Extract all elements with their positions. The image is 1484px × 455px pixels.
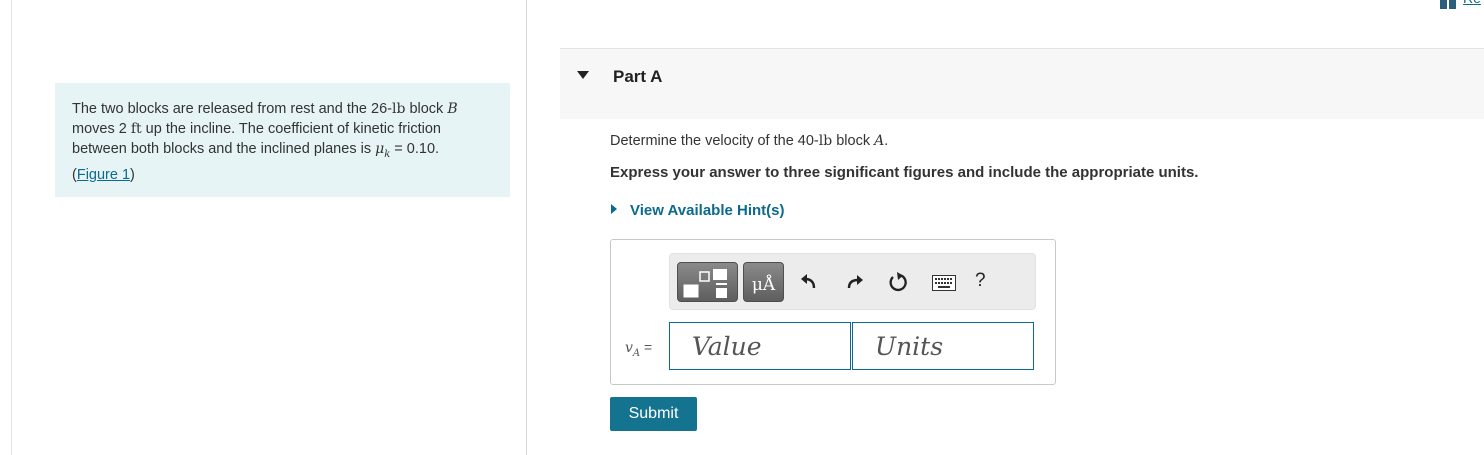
reset-icon[interactable] [887,271,909,293]
answer-instructions: Express your answer to three significant… [610,164,1199,181]
units-input[interactable] [852,322,1034,370]
problem-text-1: The two blocks are released from rest an… [72,101,392,117]
problem-text-5: = 0.10. [390,141,440,157]
mu-symbol: μ [375,141,385,157]
figure-link-close: ) [130,166,135,183]
review-icon[interactable] [1440,0,1458,9]
view-hints-toggle[interactable]: View Available Hint(s) [611,202,785,219]
keyboard-icon[interactable] [932,275,956,291]
block-b-symbol: B [447,101,458,117]
review-link[interactable]: Re [1463,0,1481,6]
question-post: . [884,133,889,149]
hints-label: View Available Hint(s) [630,202,785,219]
redo-icon[interactable] [843,271,865,293]
problem-text-3: moves 2 [72,121,131,137]
question-text: Determine the velocity of the 40-lb bloc… [610,133,888,149]
figure-link[interactable]: Figure 1 [77,167,130,183]
var-symbol: v [625,340,633,356]
templates-button[interactable] [677,262,738,302]
answer-box: μÅ ? vA = [610,239,1056,385]
value-input[interactable] [669,322,851,370]
problem-text-2: block [405,101,448,117]
unit-ft: ft [130,121,142,137]
question-pre: Determine the velocity of the 40- [610,133,819,149]
undo-icon[interactable] [799,271,821,293]
question-mid: block [832,133,875,149]
left-border [11,0,12,455]
help-icon[interactable]: ? [975,270,986,292]
collapse-caret-icon[interactable] [577,71,589,79]
question-unit: lb [818,133,833,149]
submit-button[interactable]: Submit [610,397,697,431]
expand-triangle-icon [611,204,617,215]
question-var: A [874,133,885,149]
problem-statement: The two blocks are released from rest an… [55,83,510,197]
math-toolbar: μÅ ? [669,253,1036,310]
pane-divider[interactable] [526,0,527,455]
part-title: Part A [613,67,663,86]
templates-icon [683,269,727,298]
unit-lb: lb [391,101,406,117]
answer-variable-label: vA = [625,339,652,359]
var-equals: = [640,339,653,355]
part-header[interactable]: Part A [560,48,1484,119]
units-button[interactable]: μÅ [743,262,784,302]
